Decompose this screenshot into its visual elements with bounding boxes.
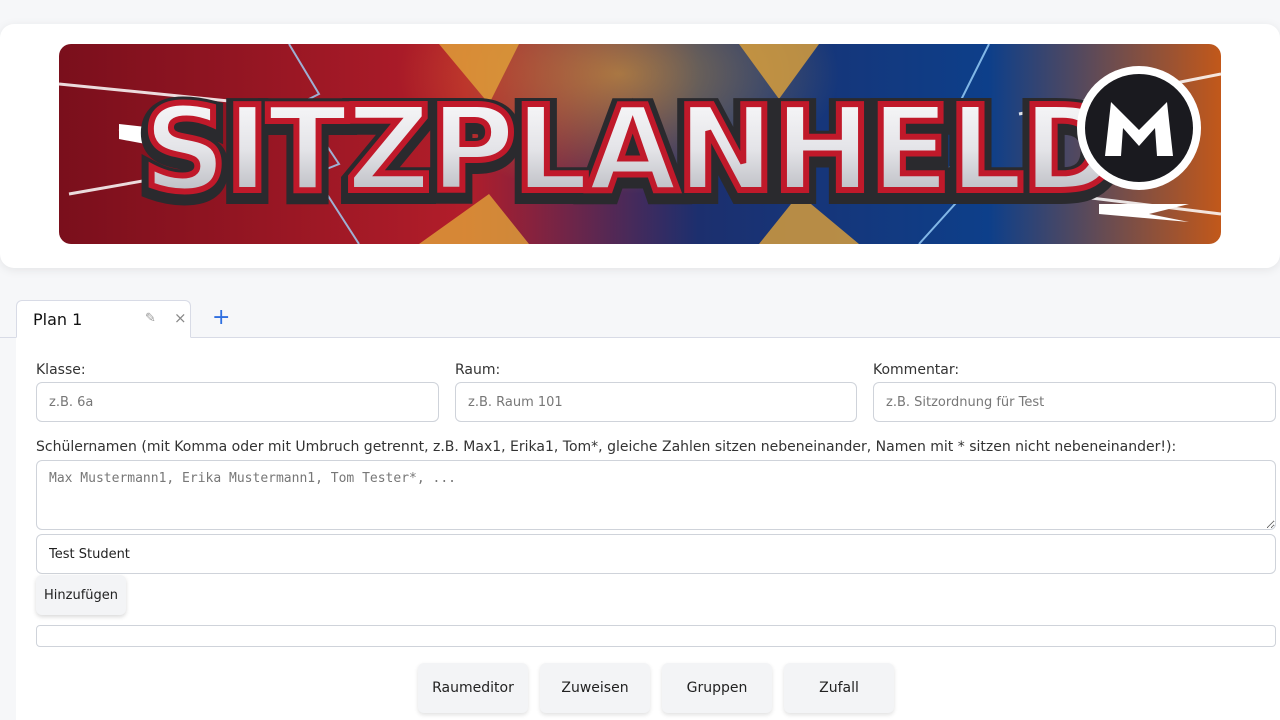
banner-image: SITZPLANHELD SITZPLANHELD	[59, 44, 1221, 244]
zuweisen-button[interactable]: Zuweisen	[540, 663, 650, 713]
edit-icon[interactable]: ✎	[145, 311, 156, 326]
tab-label: Plan 1	[33, 310, 83, 329]
students-textarea[interactable]	[36, 460, 1276, 530]
students-label: Schülernamen (mit Komma oder mit Umbruch…	[36, 439, 1177, 455]
banner-title: SITZPLANHELD	[142, 80, 1117, 218]
raum-label: Raum:	[455, 362, 501, 378]
tab-plan-1[interactable]: Plan 1 ✎ ×	[16, 300, 191, 338]
klasse-input[interactable]	[36, 382, 439, 422]
banner-card: SITZPLANHELD SITZPLANHELD	[0, 24, 1280, 268]
tab-bar: Plan 1 ✎ × +	[0, 300, 1280, 338]
plan-panel: Klasse: Raum: Kommentar: Schülernamen (m…	[16, 338, 1280, 720]
raumeditor-button[interactable]: Raumeditor	[418, 663, 528, 713]
raum-input[interactable]	[455, 382, 857, 422]
close-icon[interactable]: ×	[174, 309, 187, 327]
zufall-button[interactable]: Zufall	[784, 663, 894, 713]
student-name-input[interactable]	[36, 534, 1276, 574]
kommentar-label: Kommentar:	[873, 362, 960, 378]
add-tab-button[interactable]: +	[212, 305, 230, 330]
kommentar-input[interactable]	[873, 382, 1276, 422]
logo-icon	[1077, 66, 1201, 190]
gruppen-button[interactable]: Gruppen	[662, 663, 772, 713]
add-student-button[interactable]: Hinzufügen	[36, 575, 126, 615]
student-list-box	[36, 625, 1276, 647]
klasse-label: Klasse:	[36, 362, 86, 378]
